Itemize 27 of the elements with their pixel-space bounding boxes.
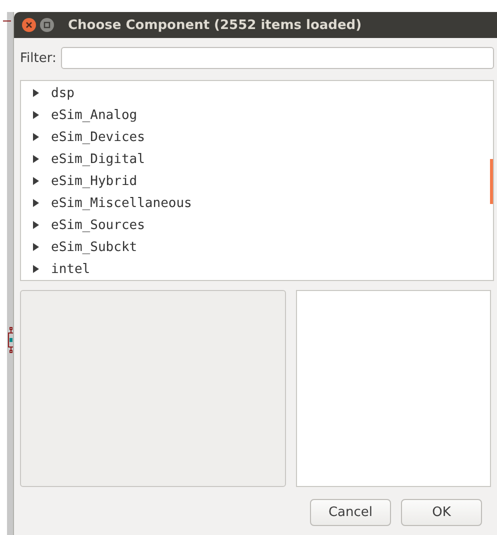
collapsed-arrow-icon[interactable] xyxy=(32,243,40,251)
collapsed-arrow-icon[interactable] xyxy=(32,199,40,207)
dialog-button[interactable]: Cancel xyxy=(310,499,391,526)
filter-field[interactable] xyxy=(61,47,494,69)
tree-item[interactable]: eSim_Hybrid xyxy=(21,170,493,192)
tree-item[interactable]: dsp xyxy=(21,82,493,104)
scrollbar-thumb[interactable] xyxy=(490,159,493,204)
tree-item[interactable]: eSim_Sources xyxy=(21,214,493,236)
collapsed-arrow-icon[interactable] xyxy=(32,221,40,229)
tree-item[interactable]: intel xyxy=(21,258,493,280)
tree-item[interactable]: eSim_Subckt xyxy=(21,236,493,258)
collapsed-arrow-icon[interactable] xyxy=(32,155,40,163)
maximize-icon[interactable] xyxy=(40,18,54,32)
collapsed-arrow-icon[interactable] xyxy=(32,177,40,185)
collapsed-arrow-icon[interactable] xyxy=(32,133,40,141)
close-icon[interactable] xyxy=(22,18,36,32)
collapsed-arrow-icon[interactable] xyxy=(32,89,40,97)
tree-item[interactable]: eSim_Devices xyxy=(21,126,493,148)
collapsed-arrow-icon[interactable] xyxy=(32,111,40,119)
filter-label: Filter: xyxy=(20,50,56,66)
tree-item[interactable]: eSim_Miscellaneous xyxy=(21,192,493,214)
wire-line xyxy=(3,20,11,22)
collapsed-arrow-icon[interactable] xyxy=(32,265,40,273)
tree-item[interactable]: eSim_Digital xyxy=(21,148,493,170)
tree-item[interactable]: eSim_Analog xyxy=(21,104,493,126)
dialog-button[interactable]: OK xyxy=(401,499,482,526)
window-title: Choose Component (2552 items loaded) xyxy=(68,18,362,32)
